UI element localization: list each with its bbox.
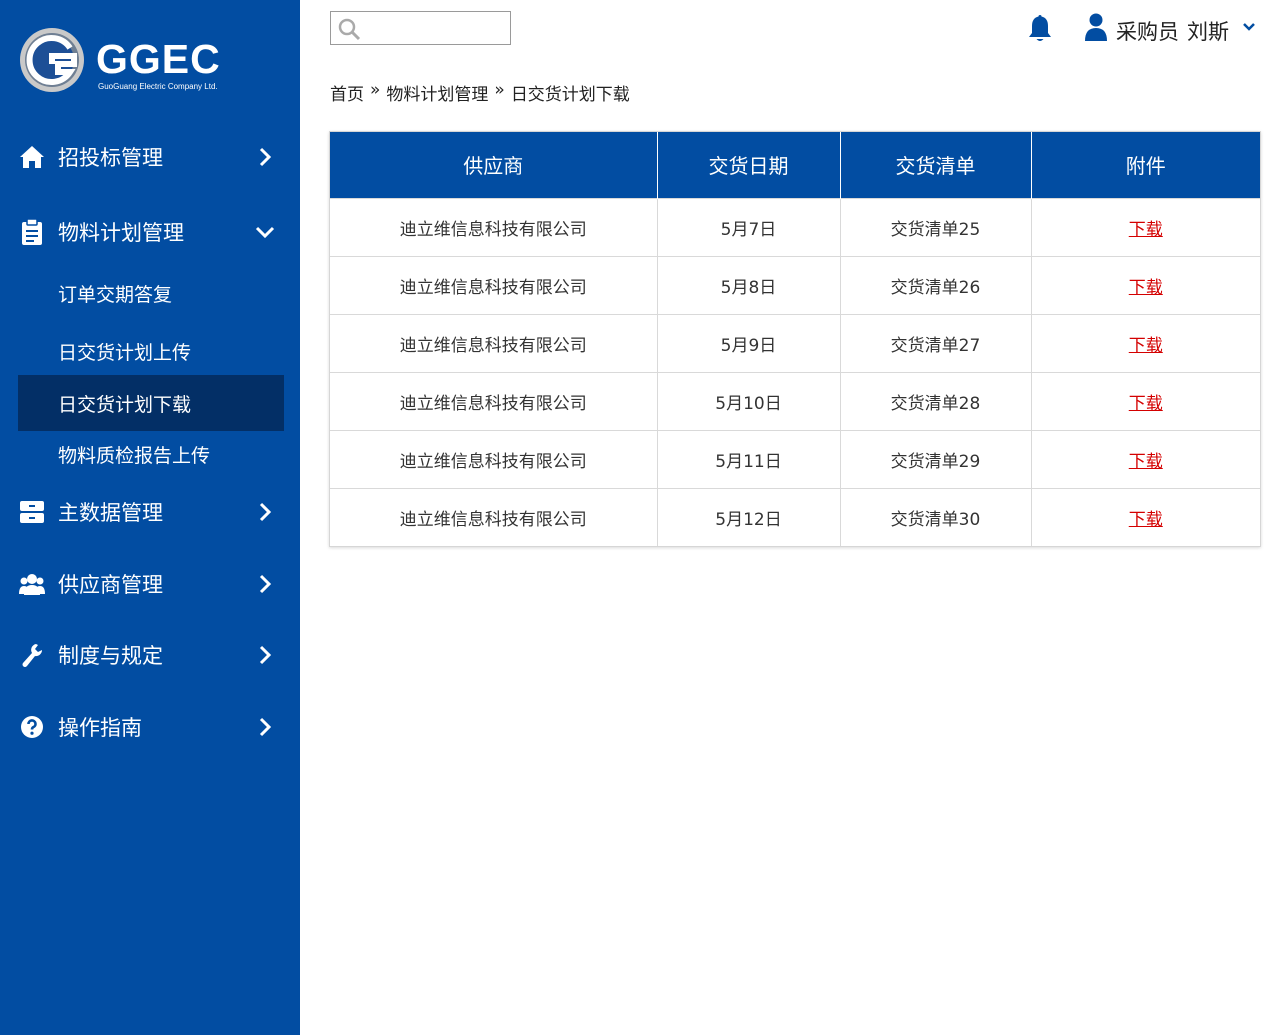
- cell-supplier: 迪立维信息科技有限公司: [330, 487, 658, 546]
- sidebar-item-label: 供应商管理: [58, 573, 163, 597]
- cell-supplier: 迪立维信息科技有限公司: [330, 429, 658, 488]
- column-header-list: 交货清单: [840, 132, 1032, 198]
- download-link[interactable]: 下载: [1129, 336, 1163, 356]
- breadcrumb-home[interactable]: 首页: [330, 80, 364, 105]
- database-icon: [18, 498, 46, 526]
- chevron-right-icon: [254, 644, 276, 666]
- sidebar-subitem-label: 日交货计划上传: [58, 341, 192, 364]
- download-link[interactable]: 下载: [1129, 510, 1163, 530]
- sidebar-item-label: 制度与规定: [58, 644, 163, 668]
- cell-supplier: 迪立维信息科技有限公司: [330, 371, 658, 430]
- question-icon: [18, 713, 46, 741]
- sidebar-subitem-daily-upload[interactable]: 日交货计划上传: [18, 325, 284, 377]
- download-link[interactable]: 下载: [1129, 278, 1163, 298]
- table-row: 迪立维信息科技有限公司 5月11日 交货清单29 下载: [330, 429, 1260, 488]
- search-icon: [338, 18, 361, 41]
- table-row: 迪立维信息科技有限公司 5月10日 交货清单28 下载: [330, 371, 1260, 430]
- download-link[interactable]: 下载: [1129, 452, 1163, 472]
- cell-supplier: 迪立维信息科技有限公司: [330, 255, 658, 314]
- wrench-icon: [18, 641, 46, 669]
- sidebar-subitem-daily-download[interactable]: 日交货计划下载: [18, 375, 284, 431]
- cell-date: 5月12日: [657, 487, 841, 546]
- cell-attachment: 下载: [1031, 429, 1260, 488]
- sidebar-subitem-qc-upload[interactable]: 物料质检报告上传: [18, 428, 284, 480]
- table-row: 迪立维信息科技有限公司 5月9日 交货清单27 下载: [330, 313, 1260, 372]
- cell-date: 5月11日: [657, 429, 841, 488]
- cell-date: 5月7日: [657, 197, 841, 256]
- sidebar-item-bidding[interactable]: 招投标管理: [0, 131, 300, 183]
- cell-list: 交货清单28: [840, 371, 1032, 430]
- cell-supplier: 迪立维信息科技有限公司: [330, 313, 658, 372]
- sidebar-item-label: 物料计划管理: [58, 221, 184, 245]
- chevron-right-icon: [254, 501, 276, 523]
- column-header-date: 交货日期: [657, 132, 841, 198]
- breadcrumb: 首页 » 物料计划管理 » 日交货计划下载: [330, 80, 630, 105]
- sidebar-subitem-label: 日交货计划下载: [58, 393, 192, 416]
- sidebar-subitem-label: 订单交期答复: [58, 283, 173, 306]
- brand-subtitle: GuoGuang Electric Company Ltd.: [98, 82, 218, 91]
- table-row: 迪立维信息科技有限公司 5月7日 交货清单25 下载: [330, 197, 1260, 256]
- chevron-right-icon: [254, 716, 276, 738]
- cell-date: 5月8日: [657, 255, 841, 314]
- sidebar-item-guide[interactable]: 操作指南: [0, 701, 300, 753]
- download-link[interactable]: 下载: [1129, 220, 1163, 240]
- user-icon: [1085, 13, 1107, 41]
- users-icon: [18, 570, 46, 598]
- breadcrumb-separator: »: [370, 80, 381, 100]
- table-row: 迪立维信息科技有限公司 5月12日 交货清单30 下载: [330, 487, 1260, 546]
- home-icon: [18, 143, 46, 171]
- cell-attachment: 下载: [1031, 371, 1260, 430]
- cell-list: 交货清单30: [840, 487, 1032, 546]
- cell-date: 5月9日: [657, 313, 841, 372]
- sidebar: GGEC GuoGuang Electric Company Ltd. 招投标管…: [0, 0, 300, 1035]
- breadcrumb-material-plan[interactable]: 物料计划管理: [386, 80, 488, 105]
- chevron-right-icon: [254, 146, 276, 168]
- sidebar-item-master-data[interactable]: 主数据管理: [0, 486, 300, 538]
- chevron-right-icon: [254, 573, 276, 595]
- delivery-plan-table: 供应商 交货日期 交货清单 附件 迪立维信息科技有限公司 5月7日 交货清单25…: [329, 131, 1261, 547]
- cell-list: 交货清单25: [840, 197, 1032, 256]
- cell-attachment: 下载: [1031, 255, 1260, 314]
- chevron-down-icon: [254, 221, 276, 243]
- breadcrumb-current: 日交货计划下载: [510, 85, 630, 105]
- sidebar-item-label: 招投标管理: [58, 146, 163, 170]
- bell-icon[interactable]: [1026, 13, 1054, 43]
- chevron-down-icon[interactable]: [1240, 18, 1258, 36]
- cell-attachment: 下载: [1031, 487, 1260, 546]
- ggec-logo-icon: [20, 28, 84, 92]
- table-row: 迪立维信息科技有限公司 5月8日 交货清单26 下载: [330, 255, 1260, 314]
- user-role[interactable]: 采购员: [1116, 16, 1179, 46]
- sidebar-subitem-order-reply[interactable]: 订单交期答复: [18, 267, 284, 319]
- breadcrumb-separator: »: [494, 80, 505, 100]
- cell-attachment: 下载: [1031, 313, 1260, 372]
- download-link[interactable]: 下载: [1129, 394, 1163, 414]
- column-header-attachment: 附件: [1031, 132, 1260, 198]
- cell-supplier: 迪立维信息科技有限公司: [330, 197, 658, 256]
- cell-list: 交货清单29: [840, 429, 1032, 488]
- sidebar-item-material-plan[interactable]: 物料计划管理: [0, 206, 300, 258]
- user-name[interactable]: 刘斯: [1187, 16, 1229, 46]
- cell-attachment: 下载: [1031, 197, 1260, 256]
- search-input[interactable]: [330, 11, 511, 45]
- column-header-supplier: 供应商: [330, 132, 658, 198]
- brand-name: GGEC: [96, 36, 221, 82]
- sidebar-subitem-label: 物料质检报告上传: [58, 444, 211, 467]
- sidebar-item-label: 主数据管理: [58, 501, 163, 525]
- sidebar-item-label: 操作指南: [58, 716, 142, 740]
- brand-logo[interactable]: GGEC GuoGuang Electric Company Ltd.: [18, 26, 221, 96]
- sidebar-item-supplier[interactable]: 供应商管理: [0, 558, 300, 610]
- sidebar-item-rules[interactable]: 制度与规定: [0, 629, 300, 681]
- cell-date: 5月10日: [657, 371, 841, 430]
- cell-list: 交货清单27: [840, 313, 1032, 372]
- clipboard-icon: [18, 218, 46, 246]
- cell-list: 交货清单26: [840, 255, 1032, 314]
- table-header-row: 供应商 交货日期 交货清单 附件: [330, 132, 1260, 198]
